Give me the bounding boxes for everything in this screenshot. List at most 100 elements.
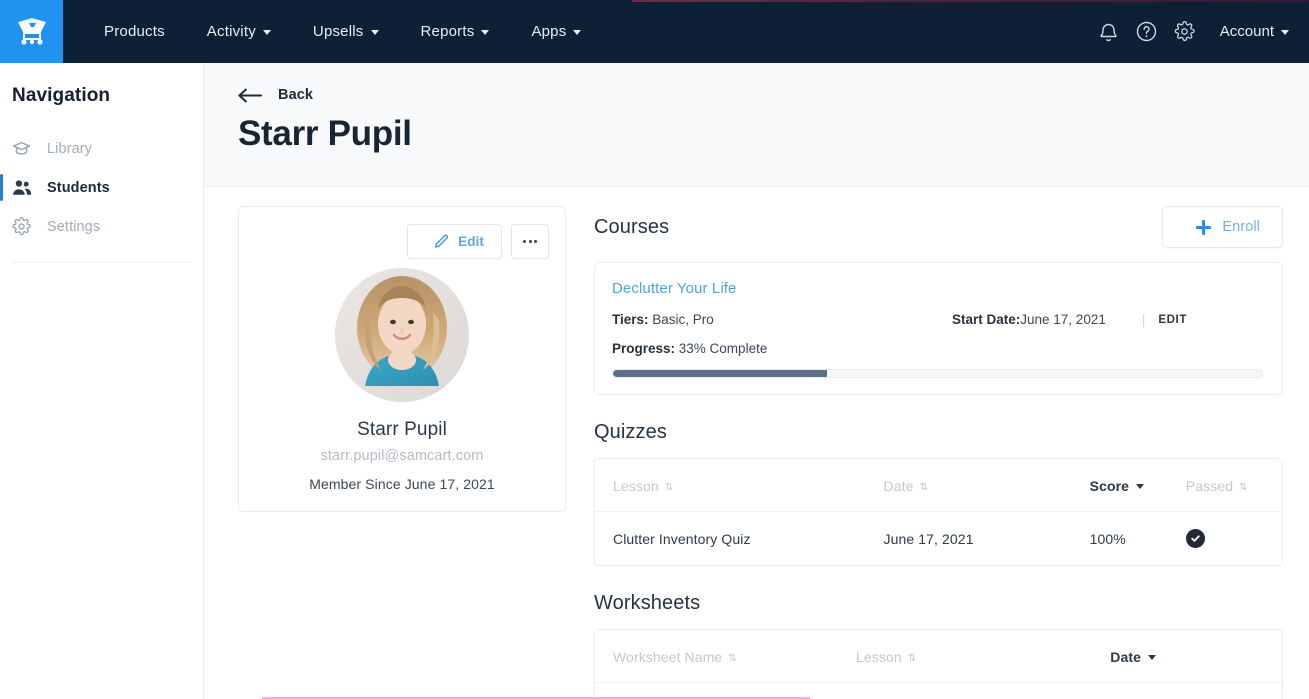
- avatar-container: [239, 268, 565, 402]
- worksheet-date-cell: June 17, 2021: [1110, 683, 1282, 699]
- col-quiz-passed[interactable]: Passed ⇅: [1185, 459, 1282, 512]
- edit-button[interactable]: Edit: [407, 224, 502, 259]
- active-indicator: [0, 135, 3, 162]
- chevron-down-icon: [573, 30, 582, 35]
- quiz-lesson-cell: Clutter Inventory Quiz: [613, 530, 751, 547]
- enroll-label: Enroll: [1222, 219, 1260, 235]
- col-label: Passed: [1185, 478, 1234, 494]
- table-header-row: Lesson ⇅ Date ⇅ Score Passed ⇅: [595, 459, 1282, 512]
- worksheets-section: Worksheets Worksheet Name ⇅ Lesson ⇅ Date: [594, 592, 1283, 699]
- detail-column: Courses Enroll Declutter Your Life Tiers…: [594, 206, 1283, 699]
- profile-name: Starr Pupil: [357, 419, 447, 440]
- sort-desc-icon: [1147, 655, 1156, 660]
- col-quiz-lesson[interactable]: Lesson ⇅: [595, 459, 884, 512]
- more-options-button[interactable]: [511, 224, 549, 259]
- account-menu-button[interactable]: Account: [1220, 23, 1289, 40]
- course-edit-link[interactable]: EDIT: [1158, 314, 1187, 326]
- start-date-label: Start Date:: [952, 312, 1021, 327]
- sidebar-item-settings[interactable]: Settings: [0, 207, 203, 246]
- top-navbar: Products Activity Upsells Reports Apps A…: [0, 0, 1309, 63]
- page-body: Navigation Library Students Settings Bac…: [0, 63, 1309, 699]
- nav-item-products[interactable]: Products: [104, 23, 165, 40]
- sort-both-icon: ⇅: [728, 653, 737, 664]
- course-meta-row: Tiers: Basic, Pro Start Date: June 17, 2…: [612, 312, 1263, 327]
- settings-button[interactable]: [1166, 13, 1204, 51]
- nav-label: Products: [104, 23, 165, 40]
- col-worksheet-name[interactable]: Worksheet Name ⇅: [595, 630, 857, 683]
- progress-bar-fill: [613, 370, 828, 377]
- sort-both-icon: ⇅: [1239, 482, 1248, 493]
- nav-label: Activity: [206, 23, 256, 40]
- course-tiers: Tiers: Basic, Pro: [612, 312, 952, 327]
- table-row: Clutter Inventory Quiz June 17, 2021 100…: [595, 512, 1282, 566]
- courses-title: Courses: [594, 215, 670, 238]
- quiz-passed-cell: [1185, 512, 1282, 566]
- quizzes-table: Lesson ⇅ Date ⇅ Score Passed ⇅ Clutter Inve…: [595, 459, 1282, 565]
- nav-label: Upsells: [312, 23, 364, 40]
- navbar-right-group: Account: [1090, 13, 1309, 51]
- col-label: Worksheet Name: [613, 649, 723, 665]
- worksheets-title: Worksheets: [594, 592, 701, 614]
- sidebar-item-students[interactable]: Students: [0, 168, 203, 207]
- profile-email: starr.pupil@samcart.com: [320, 448, 484, 464]
- nav-item-upsells[interactable]: Upsells: [313, 23, 379, 40]
- worksheets-table: Worksheet Name⇅ Lesson⇅ Date Declutter W…: [595, 630, 1282, 699]
- account-label: Account: [1219, 23, 1274, 40]
- ellipsis-icon: [523, 240, 537, 243]
- shopping-cart-icon: [15, 17, 49, 47]
- quizzes-section: Quizzes Lesson ⇅ Date ⇅ Score Passed ⇅ C…: [594, 421, 1283, 566]
- nav-item-reports[interactable]: Reports: [421, 23, 490, 40]
- check-circle-icon: [1185, 529, 1205, 548]
- users-icon: [12, 178, 38, 197]
- table-header-row: Worksheet Name ⇅ Lesson ⇅ Date: [595, 630, 1282, 683]
- col-worksheet-lesson[interactable]: Lesson ⇅: [856, 630, 1111, 683]
- gear-icon: [1174, 21, 1195, 42]
- meta-separator: |: [1141, 312, 1146, 327]
- content-area: Edit Starr Pupil starr.pupil@samcart.com…: [204, 187, 1309, 699]
- chevron-down-icon: [1281, 30, 1289, 35]
- pencil-icon: [434, 234, 449, 249]
- quizzes-title: Quizzes: [594, 421, 667, 443]
- tiers-value: Basic, Pro: [648, 312, 714, 327]
- graduation-cap-icon: [12, 139, 38, 158]
- sidebar-item-label: Settings: [47, 218, 101, 235]
- app-logo-button[interactable]: [0, 0, 63, 63]
- help-button[interactable]: [1128, 13, 1166, 51]
- nav-item-activity[interactable]: Activity: [207, 23, 271, 40]
- chevron-down-icon: [262, 30, 271, 35]
- page-header: Back Starr Pupil: [204, 63, 1309, 187]
- courses-section-header: Courses Enroll: [594, 206, 1283, 248]
- sort-both-icon: ⇅: [664, 482, 674, 493]
- col-quiz-date[interactable]: Date ⇅: [883, 459, 1090, 512]
- sidebar-nav-list: Library Students Settings: [0, 129, 203, 263]
- chevron-down-icon: [481, 30, 490, 35]
- sidebar-item-library[interactable]: Library: [0, 129, 203, 168]
- nav-item-apps[interactable]: Apps: [531, 23, 582, 40]
- quiz-score-cell: 100%: [1089, 530, 1126, 547]
- course-name-link[interactable]: Declutter Your Life: [612, 280, 1263, 297]
- edit-label: Edit: [458, 234, 484, 249]
- back-button[interactable]: Back: [238, 87, 1309, 103]
- primary-nav-links: Products Activity Upsells Reports Apps: [104, 23, 582, 40]
- help-circle-icon: [1136, 21, 1157, 42]
- back-label: Back: [278, 87, 314, 103]
- arrow-left-icon: [238, 88, 262, 103]
- col-label: Score: [1089, 478, 1130, 494]
- avatar: [335, 268, 469, 402]
- notifications-button[interactable]: [1090, 13, 1128, 51]
- profile-member-since: Member Since June 17, 2021: [309, 476, 495, 492]
- progress-value: 33% Complete: [675, 341, 768, 356]
- active-indicator: [0, 213, 3, 240]
- bell-icon: [1099, 22, 1118, 42]
- active-indicator: [0, 174, 3, 201]
- sort-both-icon: ⇅: [919, 482, 928, 493]
- tiers-label: Tiers:: [612, 312, 649, 327]
- sort-desc-icon: [1136, 484, 1145, 489]
- enroll-button[interactable]: Enroll: [1162, 206, 1283, 248]
- worksheet-lesson-link[interactable]: Declutter Your Life: [856, 683, 1110, 699]
- quiz-date-cell: June 17, 2021: [883, 530, 974, 547]
- col-worksheet-date[interactable]: Date: [1110, 630, 1282, 683]
- col-quiz-score[interactable]: Score: [1089, 459, 1186, 512]
- sidebar: Navigation Library Students Settings: [0, 63, 204, 699]
- course-progress-text: Progress: 33% Complete: [612, 341, 1263, 356]
